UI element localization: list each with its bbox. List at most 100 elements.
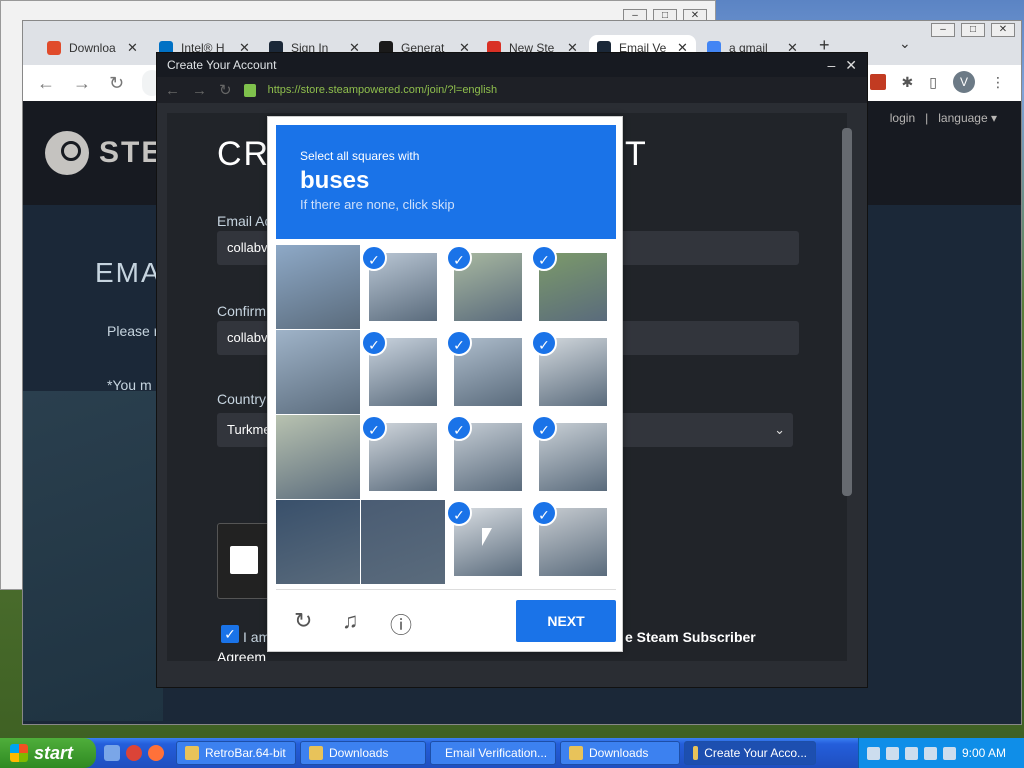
check-icon: ✓ [531, 415, 557, 441]
taskbar-button[interactable]: Downloads [560, 741, 680, 765]
popup-scrollbar[interactable] [842, 128, 852, 496]
captcha-tile[interactable] [276, 330, 360, 414]
taskbar-buttons: RetroBar.64-bit Downloads Email Verificati… [172, 741, 816, 765]
start-label: start [34, 742, 74, 763]
captcha-tile[interactable]: ✓ [446, 330, 530, 414]
login-link[interactable]: login [890, 111, 915, 125]
start-button[interactable]: start [0, 738, 96, 768]
taskbar-app-icon [693, 746, 699, 760]
captcha-tile[interactable]: ✓ [531, 245, 615, 329]
profile-avatar[interactable]: V [953, 71, 975, 93]
next-button[interactable]: NEXT [516, 600, 616, 642]
clock[interactable]: 9:00 AM [962, 746, 1006, 760]
forward-icon[interactable]: → [192, 82, 207, 99]
extension-badge-icon[interactable] [869, 74, 886, 90]
agreement-text-line2: Agreem [217, 649, 267, 661]
captcha-tile[interactable]: ✓ [531, 415, 615, 499]
captcha-tile-image [276, 245, 360, 329]
captcha-tile[interactable] [276, 500, 360, 584]
captcha-tile[interactable]: ✓ [531, 500, 615, 584]
taskbar-button-label: RetroBar.64-bit [205, 746, 286, 760]
forward-icon[interactable]: → [73, 73, 91, 94]
popup-title: Create Your Account [167, 58, 277, 72]
taskbar-button[interactable]: Downloads [300, 741, 426, 765]
captcha-grid: ✓ ✓ ✓ ✓ ✓ ✓ ✓ ✓ ✓ ✓ ✓ [276, 245, 616, 585]
side-panel-icon[interactable]: ▯ [929, 74, 937, 91]
link-separator: | [925, 111, 929, 125]
country-value: Turkme [227, 422, 271, 437]
captcha-tile[interactable] [276, 245, 360, 329]
check-icon: ✓ [446, 245, 472, 271]
check-icon: ✓ [446, 500, 472, 526]
please-text: Please r [107, 323, 159, 339]
captcha-tile-image [276, 415, 360, 499]
captcha-dialog: Select all squares with buses If there a… [267, 116, 623, 652]
confirm-label: Confirm [217, 303, 267, 319]
tray-icon[interactable] [924, 746, 937, 760]
check-icon: ✓ [446, 330, 472, 356]
check-icon: ✓ [361, 245, 387, 271]
captcha-tile[interactable]: ✓ [361, 330, 445, 414]
lock-icon [243, 83, 256, 97]
captcha-tile[interactable]: ✓ [361, 245, 445, 329]
reload-icon[interactable]: ↻ [294, 608, 312, 634]
info-icon[interactable]: ⓘ [390, 608, 412, 640]
popup-url-bar: ← → ↻ https://store.steampowered.com/joi… [157, 77, 867, 103]
create-title-left: CR [217, 135, 271, 173]
check-icon: ✓ [446, 415, 472, 441]
browser-tab[interactable]: Downloa ✕ [39, 35, 146, 61]
firefox-icon[interactable] [148, 745, 164, 761]
taskbar-button[interactable]: RetroBar.64-bit [176, 741, 296, 765]
popup-titlebar: Create Your Account – ✕ [157, 53, 867, 77]
captcha-tile[interactable] [276, 415, 360, 499]
captcha-tile-image [361, 500, 445, 584]
email-label: Email Ac [217, 213, 272, 229]
captcha-tile[interactable]: ✓ [531, 330, 615, 414]
headphones-icon[interactable]: ♫ [342, 608, 359, 634]
captcha-hint: If there are none, click skip [300, 197, 455, 212]
explorer-icon[interactable] [104, 745, 120, 761]
popup-controls: – ✕ [827, 53, 857, 77]
captcha-tile[interactable]: ✓ [446, 245, 530, 329]
volume-icon[interactable] [943, 746, 956, 760]
taskbar-button-label: Downloads [589, 746, 649, 760]
country-label: Country [217, 391, 267, 407]
mouse-cursor [482, 528, 492, 546]
back-icon[interactable]: ← [165, 82, 180, 99]
check-icon: ✓ [531, 330, 557, 356]
chevron-down-icon: ⌄ [774, 422, 785, 437]
captcha-tile[interactable] [361, 500, 445, 584]
create-title-right: T [625, 135, 646, 173]
captcha-tile[interactable]: ✓ [361, 415, 445, 499]
taskbar-button-label: Create Your Acco... [704, 746, 807, 760]
close-icon[interactable]: ✕ [845, 53, 857, 77]
tray-icon[interactable] [905, 746, 918, 760]
check-icon: ✓ [361, 415, 387, 441]
taskbar-button-label: Email Verification... [445, 746, 548, 760]
minimize-icon[interactable]: – [827, 53, 835, 77]
windows-logo-icon [10, 744, 28, 762]
check-icon: ✓ [361, 330, 387, 356]
recaptcha-checkbox[interactable] [230, 546, 258, 574]
tab-close-icon[interactable]: ✕ [127, 40, 138, 56]
captcha-target: buses [300, 167, 370, 194]
agree-checkbox[interactable]: ✓ [221, 625, 239, 643]
taskbar-button[interactable]: Create Your Acco... [684, 741, 816, 765]
reload-icon[interactable]: ↻ [219, 81, 232, 99]
quick-launch [96, 745, 172, 761]
taskbar-button[interactable]: Email Verification... [430, 741, 556, 765]
tab-search-button[interactable]: ⌄ [899, 35, 911, 52]
reload-icon[interactable]: ↻ [109, 73, 124, 94]
chrome-icon[interactable] [126, 745, 142, 761]
you-may-text: *You m [107, 377, 152, 393]
tray-icon[interactable] [886, 746, 899, 760]
back-icon[interactable]: ← [37, 73, 55, 94]
menu-dots-icon[interactable]: ⋮ [991, 74, 1005, 91]
captcha-tile[interactable]: ✓ [446, 415, 530, 499]
tray-icon[interactable] [867, 746, 880, 760]
taskbar: start RetroBar.64-bit Downloads Email Veri… [0, 738, 1024, 768]
captcha-footer: ↻ ♫ ⓘ NEXT [276, 589, 616, 649]
language-link[interactable]: language ▾ [938, 111, 997, 125]
extensions-puzzle-icon[interactable]: ✱ [902, 74, 914, 91]
subscriber-agreement-link[interactable]: e Steam Subscriber [625, 629, 756, 645]
